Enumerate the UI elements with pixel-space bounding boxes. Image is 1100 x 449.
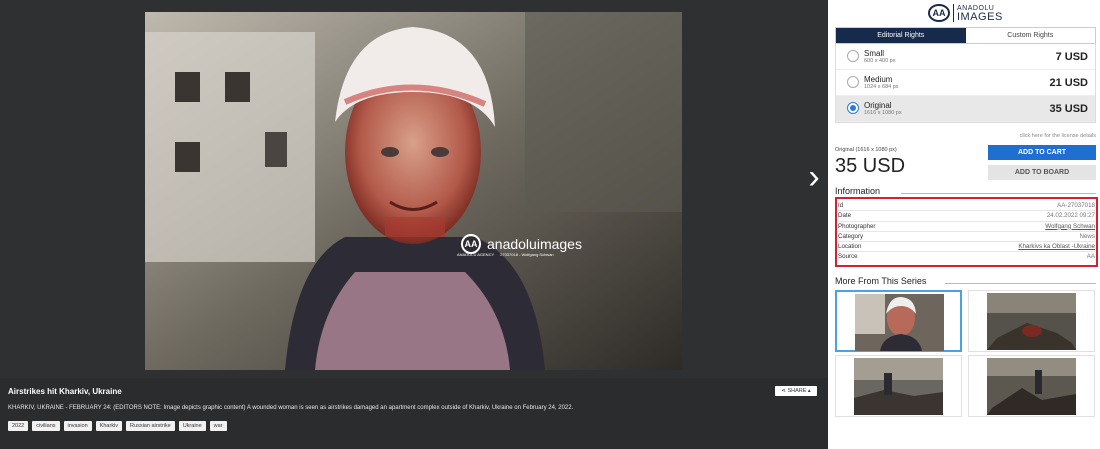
- info-key: Category: [838, 232, 864, 240]
- caption-area: Airstrikes hit Kharkiv, Ukraine ⋖ SHARE …: [0, 378, 828, 449]
- info-row-category: Category News: [838, 232, 1095, 243]
- information-table: Id AA-27037018 Date 24.02.2022 09:27 Pho…: [835, 197, 1098, 267]
- share-label: SHARE: [787, 388, 807, 394]
- tag-list: 2022 civilians invasion Kharkiv Russian …: [8, 421, 227, 431]
- watermark-brand: anadoluimages: [487, 236, 582, 252]
- size-dimensions: 1024 x 684 px: [864, 84, 899, 90]
- info-value: AA-27037018: [1057, 202, 1095, 209]
- thumbnail-image: [987, 358, 1076, 415]
- info-row-source: Source AA: [838, 252, 1095, 262]
- watermark-caption: ANADOLU AGENCY 27037018 - Wolfgang Schwa…: [457, 252, 554, 257]
- info-value: News: [1079, 232, 1095, 240]
- anadolu-images-logo[interactable]: AA ANADOLU IMAGES: [928, 2, 1003, 24]
- tag[interactable]: civilians: [32, 421, 60, 431]
- next-arrow-icon[interactable]: ›: [801, 160, 827, 194]
- logo-line2: IMAGES: [957, 11, 1003, 23]
- logo-text: ANADOLU IMAGES: [957, 5, 1003, 23]
- share-icon: ⋖: [781, 388, 786, 394]
- information-title: Information: [835, 186, 881, 196]
- size-price: 7 USD: [1055, 51, 1088, 63]
- series-title: More From This Series: [835, 276, 927, 286]
- info-row-id: Id AA-27037018: [838, 201, 1095, 212]
- info-key: Id: [838, 202, 844, 209]
- purchase-panel: AA ANADOLU IMAGES Editorial Rights Custo…: [835, 0, 1100, 449]
- thumbnail-image: [855, 294, 944, 351]
- size-name: Original: [864, 101, 892, 110]
- size-option-original[interactable]: Original 1616 x 1080 px 35 USD: [836, 96, 1095, 122]
- series-thumbnail[interactable]: [835, 290, 962, 352]
- thumbnail-image: [854, 358, 943, 415]
- size-price: 35 USD: [1049, 103, 1088, 115]
- size-options: Small 600 x 400 px 7 USD Medium 1024 x 6…: [835, 44, 1096, 123]
- caption-title: Airstrikes hit Kharkiv, Ukraine: [8, 387, 122, 396]
- location-link[interactable]: Kharkivs ka Oblast -Ukraine: [1018, 242, 1095, 251]
- size-option-medium[interactable]: Medium 1024 x 684 px 21 USD: [836, 70, 1095, 96]
- add-to-cart-button[interactable]: ADD TO CART: [988, 145, 1096, 160]
- rights-tabs: Editorial Rights Custom Rights: [835, 27, 1096, 44]
- aa-logo-icon: AA: [928, 4, 950, 22]
- info-key: Date: [838, 212, 852, 220]
- radio-original[interactable]: [847, 102, 859, 114]
- series-thumbnail[interactable]: [968, 290, 1095, 352]
- size-name: Medium: [864, 75, 893, 84]
- size-price: 21 USD: [1049, 77, 1088, 89]
- size-option-small[interactable]: Small 600 x 400 px 7 USD: [836, 44, 1095, 70]
- caption-description: KHARKIV, UKRAINE - FEBRUARY 24: (EDITORS…: [8, 405, 574, 411]
- tag[interactable]: Russian airstrike: [126, 421, 175, 431]
- main-photo[interactable]: AA anadoluimages ANADOLU AGENCY 27037018…: [145, 12, 682, 370]
- selected-price: 35 USD: [835, 155, 906, 177]
- tab-editorial-rights[interactable]: Editorial Rights: [836, 28, 966, 43]
- radio-small[interactable]: [847, 50, 859, 62]
- info-row-location: Location Kharkivs ka Oblast -Ukraine: [838, 242, 1095, 253]
- image-viewer: AA anadoluimages ANADOLU AGENCY 27037018…: [0, 0, 828, 449]
- license-details-link[interactable]: click here for the license details: [1020, 133, 1096, 139]
- series-thumbnail[interactable]: [968, 355, 1095, 417]
- info-key: Source: [838, 253, 858, 261]
- info-key: Photographer: [838, 222, 876, 230]
- tag[interactable]: war: [209, 421, 227, 431]
- aa-logo-icon: AA: [461, 234, 481, 254]
- logo-divider: [953, 4, 954, 22]
- divider: [901, 193, 1096, 194]
- info-row-date: Date 24.02.2022 09:27: [838, 211, 1095, 222]
- info-value: AA: [1086, 253, 1095, 261]
- tag[interactable]: Kharkiv: [95, 421, 123, 431]
- caret-up-icon: ▴: [807, 388, 811, 394]
- tab-custom-rights[interactable]: Custom Rights: [966, 28, 1096, 43]
- add-to-board-button[interactable]: ADD TO BOARD: [988, 165, 1096, 180]
- info-row-photographer: Photographer Wolfgang Schwan: [838, 222, 1095, 232]
- info-key: Location: [838, 243, 862, 251]
- divider: [945, 283, 1096, 284]
- selected-size-label: Original (1616 x 1080 px): [835, 147, 897, 153]
- series-thumbnail[interactable]: [835, 355, 962, 417]
- tag[interactable]: 2022: [8, 421, 29, 431]
- size-name: Small: [864, 49, 885, 58]
- photo-image: [145, 12, 682, 370]
- radio-medium[interactable]: [847, 76, 859, 88]
- photographer-link[interactable]: Wolfgang Schwan: [1045, 222, 1095, 231]
- info-value: 24.02.2022 09:27: [1046, 212, 1095, 220]
- watermark-agency: ANADOLU AGENCY: [457, 252, 495, 257]
- watermark: AA anadoluimages: [461, 234, 582, 254]
- thumbnail-image: [987, 293, 1076, 350]
- size-dimensions: 1616 x 1080 px: [864, 110, 902, 116]
- tag[interactable]: Ukraine: [178, 421, 206, 431]
- size-dimensions: 600 x 400 px: [864, 58, 896, 64]
- share-button[interactable]: ⋖ SHARE ▴: [775, 386, 817, 396]
- watermark-id: 27037018 - Wolfgang Schwan: [500, 252, 554, 257]
- tag[interactable]: invasion: [63, 421, 92, 431]
